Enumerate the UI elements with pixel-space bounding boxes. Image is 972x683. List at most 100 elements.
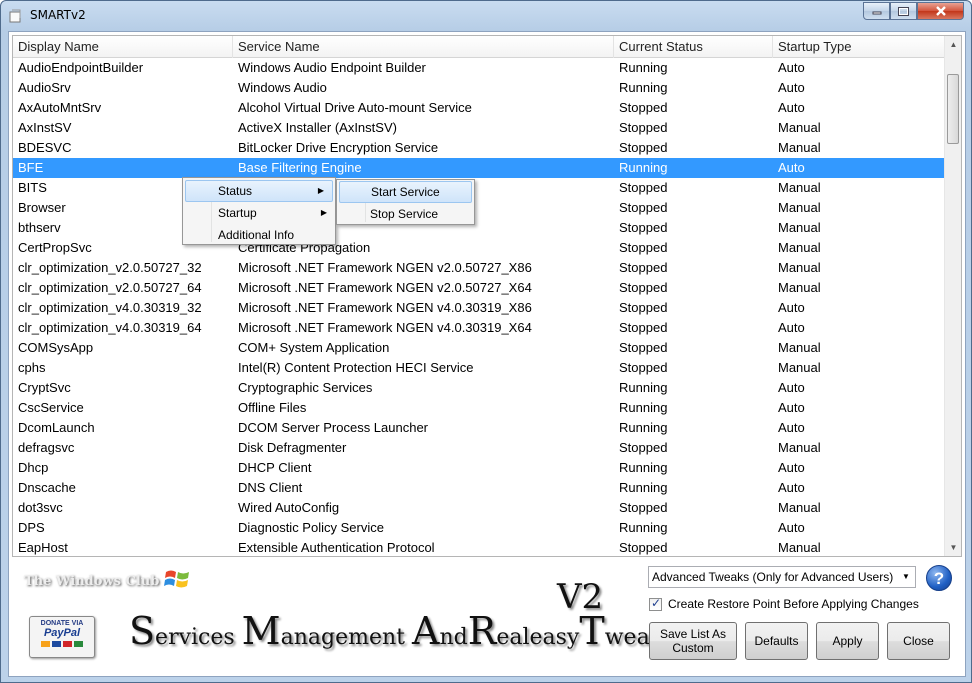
restore-point-option[interactable]: ✓ Create Restore Point Before Applying C… [649, 596, 919, 612]
cell-display-name: COMSysApp [18, 340, 94, 355]
list-header: Display Name Service Name Current Status… [13, 36, 945, 58]
cell-current-status: Stopped [619, 240, 668, 255]
help-icon[interactable]: ? [926, 565, 952, 591]
donate-text: DONATE VIA [40, 620, 84, 627]
cell-display-name: CryptSvc [18, 380, 71, 395]
cell-startup-type: Auto [778, 420, 805, 435]
paypal-donate-button[interactable]: DONATE VIA PayPal [29, 616, 95, 658]
windows-club-banner: The Windows Club [22, 562, 222, 596]
table-row[interactable]: bthservrt ServiceStoppedManual [13, 218, 945, 238]
table-row[interactable]: CscService Offline Files Running Auto [13, 398, 945, 418]
cell-current-status: Stopped [619, 440, 668, 455]
scroll-thumb[interactable] [947, 74, 959, 144]
cell-current-status: Stopped [619, 320, 668, 335]
table-row[interactable]: CryptSvc Cryptographic Services Running Aut… [13, 378, 945, 398]
table-row[interactable]: Browser Stopped Manual [13, 198, 945, 218]
table-row[interactable]: AudioEndpointBuilder Windows Audio Endpoi… [13, 58, 945, 78]
table-row[interactable]: BITS Stopped Manual [13, 178, 945, 198]
minimize-button[interactable] [863, 2, 890, 20]
vertical-scrollbar[interactable]: ▲ ▼ [944, 36, 961, 556]
mode-select[interactable]: Advanced Tweaks (Only for Advanced Users… [648, 566, 916, 588]
table-row[interactable]: clr_optimization_v4.0.30319_64 Microsoft … [13, 318, 945, 338]
cell-startup-type: Manual [778, 500, 821, 515]
cell-startup-type: Manual [778, 260, 821, 275]
cell-current-status: Running [619, 160, 668, 175]
scroll-down-arrow-icon[interactable]: ▼ [945, 539, 961, 556]
restore-point-checkbox[interactable]: ✓ [649, 596, 662, 611]
cell-startup-type: Manual [778, 120, 821, 135]
table-row[interactable]: COMSysApp COM+ System Application Stopped M… [13, 338, 945, 358]
save-list-as-custom-button[interactable]: Save List As Custom [649, 622, 737, 660]
table-row[interactable]: CertPropSvc Certificate Propagation Stoppe… [13, 238, 945, 258]
column-header-service-name[interactable]: Service Name [233, 36, 614, 58]
cell-display-name: AudioEndpointBuilder [18, 60, 144, 75]
column-header-current-status[interactable]: Current Status [614, 36, 773, 58]
services-list[interactable]: Display Name Service Name Current Status… [12, 35, 962, 557]
cell-display-name: DcomLaunch [18, 420, 95, 435]
menu-item-label: Stop Service [370, 207, 439, 221]
table-row[interactable]: Dhcp DHCP Client Running Auto [13, 458, 945, 478]
menu-item-start-service[interactable]: Start Service [339, 181, 472, 203]
cell-current-status: Stopped [619, 280, 668, 295]
menu-item-stop-service[interactable]: Stop Service [337, 203, 474, 225]
menu-item-additional-info[interactable]: Additional Info [183, 224, 335, 246]
cell-current-status: Stopped [619, 120, 668, 135]
table-row[interactable]: BDESVC BitLocker Drive Encryption Service… [13, 138, 945, 158]
title-bar[interactable]: SMARTv2 [1, 1, 971, 31]
cell-current-status: Stopped [619, 360, 668, 375]
table-row[interactable]: clr_optimization_v4.0.30319_32 Microsoft … [13, 298, 945, 318]
maximize-button[interactable] [890, 2, 917, 20]
cell-display-name: clr_optimization_v4.0.30319_32 [18, 300, 202, 315]
cell-display-name: BDESVC [18, 140, 72, 155]
column-header-display-name[interactable]: Display Name [13, 36, 233, 58]
status-submenu: Start Service Stop Service [336, 179, 475, 225]
table-row[interactable]: defragsvc Disk Defragmenter Stopped Manual [13, 438, 945, 458]
menu-item-startup[interactable]: Startup ▶ [183, 202, 335, 224]
table-row[interactable]: DcomLaunch DCOM Server Process Launcher Ru… [13, 418, 945, 438]
card-logos-icon [30, 641, 94, 647]
cell-display-name: cphs [18, 360, 46, 375]
cell-service-name: Windows Audio [238, 80, 327, 95]
cell-service-name: Intel(R) Content Protection HECI Service [238, 360, 474, 375]
menu-item-status[interactable]: Status ▶ [185, 180, 333, 202]
table-row[interactable]: AxInstSV ActiveX Installer (AxInstSV) Stop… [13, 118, 945, 138]
cell-current-status: Running [619, 420, 668, 435]
table-row[interactable]: dot3svc Wired AutoConfig Stopped Manual [13, 498, 945, 518]
column-header-startup-type[interactable]: Startup Type [773, 36, 945, 58]
cell-startup-type: Auto [778, 60, 805, 75]
defaults-button[interactable]: Defaults [745, 622, 808, 660]
apply-button[interactable]: Apply [816, 622, 879, 660]
cell-service-name: Microsoft .NET Framework NGEN v2.0.50727… [238, 280, 532, 295]
cell-startup-type: Auto [778, 160, 805, 175]
cell-display-name: EapHost [18, 540, 68, 555]
menu-item-label: Startup [218, 206, 257, 220]
table-row[interactable]: BFE Base Filtering Engine Running Auto [13, 158, 945, 178]
cell-display-name: dot3svc [18, 500, 63, 515]
window-title: SMARTv2 [30, 8, 86, 22]
minimize-icon [872, 11, 881, 15]
cell-startup-type: Auto [778, 400, 805, 415]
close-window-button[interactable] [917, 2, 964, 20]
cell-startup-type: Auto [778, 460, 805, 475]
table-row[interactable]: EapHost Extensible Authentication Protoco… [13, 538, 945, 556]
cell-display-name: clr_optimization_v2.0.50727_32 [18, 260, 202, 275]
table-row[interactable]: DPS Diagnostic Policy Service Running Auto [13, 518, 945, 538]
table-row[interactable]: AudioSrv Windows Audio Running Auto [13, 78, 945, 98]
cell-current-status: Stopped [619, 140, 668, 155]
logo-word: nd [439, 625, 468, 650]
scroll-up-arrow-icon[interactable]: ▲ [945, 36, 961, 53]
cell-service-name: Disk Defragmenter [238, 440, 347, 455]
cell-current-status: Running [619, 400, 668, 415]
table-row[interactable]: cphs Intel(R) Content Protection HECI Ser… [13, 358, 945, 378]
dropdown-arrow-icon[interactable]: ▼ [899, 567, 913, 587]
list-body: AudioEndpointBuilder Windows Audio Endpoi… [13, 58, 945, 556]
cell-current-status: Running [619, 460, 668, 475]
table-row[interactable]: Dnscache DNS Client Running Auto [13, 478, 945, 498]
table-row[interactable]: AxAutoMntSrv Alcohol Virtual Drive Auto-m… [13, 98, 945, 118]
cell-service-name: Diagnostic Policy Service [238, 520, 384, 535]
close-button[interactable]: Close [887, 622, 950, 660]
cell-display-name: CscService [18, 400, 84, 415]
table-row[interactable]: clr_optimization_v2.0.50727_64 Microsoft … [13, 278, 945, 298]
table-row[interactable]: clr_optimization_v2.0.50727_32 Microsoft … [13, 258, 945, 278]
cell-startup-type: Manual [778, 280, 821, 295]
